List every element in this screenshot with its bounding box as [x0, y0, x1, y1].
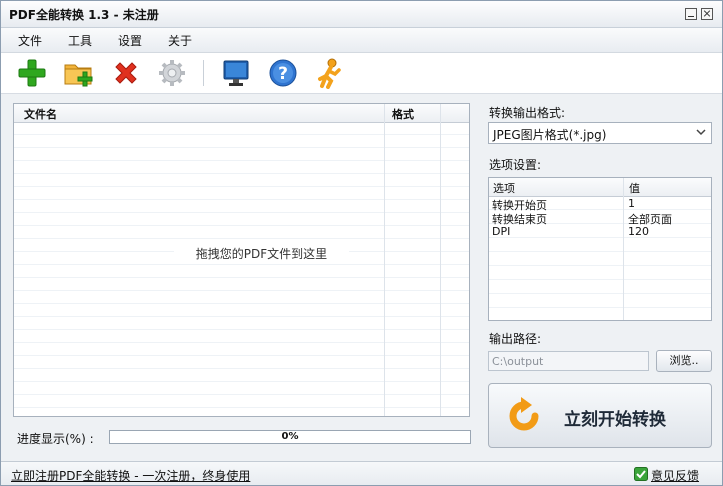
options-row[interactable]: 转换结束页 全部页面 — [489, 211, 711, 226]
output-path-value: C:\output — [492, 355, 544, 368]
status-bar: 立即注册PDF全能转换 - 一次注册，终身使用 意见反馈 — [1, 461, 722, 485]
progress-text: 0% — [281, 431, 299, 442]
feedback-link[interactable]: 意见反馈 — [651, 467, 699, 484]
close-button[interactable] — [701, 8, 713, 20]
run-button[interactable] — [313, 56, 347, 90]
file-list[interactable]: 文件名 格式 拖拽您的PDF文件到这里 — [13, 103, 470, 417]
minimize-button[interactable] — [685, 8, 697, 20]
options-header: 选项 值 — [489, 178, 711, 197]
add-folder-icon — [64, 64, 93, 87]
register-link[interactable]: 立即注册PDF全能转换 - 一次注册，终身使用 — [11, 467, 250, 484]
file-list-rows — [14, 122, 469, 416]
column-divider — [384, 104, 385, 416]
settings-gear-icon — [159, 60, 185, 86]
add-icon — [18, 59, 46, 87]
menu-about[interactable]: 关于 — [168, 32, 192, 49]
menu-bar: 文件 工具 设置 关于 — [1, 28, 722, 53]
add-file-button[interactable] — [15, 56, 49, 90]
refresh-arrow-icon — [509, 397, 539, 431]
toolbar-separator — [203, 60, 204, 86]
output-path-input[interactable]: C:\output — [488, 351, 649, 371]
options-grid[interactable]: 选项 值 转换开始页 1 转换结束页 全部页面 DPI 120 — [488, 177, 712, 321]
help-button[interactable]: ? — [266, 56, 300, 90]
add-folder-button[interactable] — [62, 56, 96, 90]
options-label: 选项设置: — [489, 158, 542, 172]
monitor-button[interactable] — [219, 56, 253, 90]
menu-tools[interactable]: 工具 — [68, 32, 92, 49]
output-format-label: 转换输出格式: — [489, 106, 566, 120]
file-list-header: 文件名 格式 — [14, 104, 469, 123]
start-convert-label: 立刻开始转换 — [564, 410, 666, 430]
help-icon: ? — [269, 59, 297, 87]
options-column-value: 值 — [629, 182, 640, 195]
output-format-value: JPEG图片格式(*.jpg) — [493, 128, 607, 142]
options-column-option: 选项 — [493, 182, 515, 195]
drop-hint: 拖拽您的PDF文件到这里 — [174, 244, 349, 264]
option-name: DPI — [492, 225, 511, 238]
menu-settings[interactable]: 设置 — [118, 32, 142, 49]
feedback-check-icon — [634, 467, 648, 481]
progress-bar: 0% — [109, 430, 471, 444]
output-path-label: 输出路径: — [489, 332, 542, 346]
monitor-icon — [223, 60, 249, 86]
option-value[interactable]: 1 — [628, 197, 635, 210]
menu-file[interactable]: 文件 — [18, 32, 42, 49]
chevron-down-icon — [696, 129, 706, 136]
delete-icon — [115, 62, 137, 84]
column-format[interactable]: 格式 — [392, 106, 414, 122]
settings-button[interactable] — [155, 56, 189, 90]
runner-icon — [318, 58, 341, 89]
svg-text:?: ? — [278, 64, 288, 84]
option-value[interactable]: 120 — [628, 225, 649, 238]
browse-button[interactable]: 浏览.. — [656, 350, 712, 372]
options-row[interactable]: 转换开始页 1 — [489, 197, 711, 212]
toolbar: ? — [1, 53, 722, 94]
delete-button[interactable] — [109, 56, 143, 90]
options-row[interactable]: DPI 120 — [489, 225, 711, 239]
window-title: PDF全能转换 1.3 - 未注册 — [9, 8, 159, 22]
progress-label: 进度显示(%) : — [17, 432, 94, 446]
title-bar: PDF全能转换 1.3 - 未注册 — [1, 1, 722, 28]
output-format-select[interactable]: JPEG图片格式(*.jpg) — [488, 122, 712, 144]
column-divider — [440, 104, 441, 416]
column-filename[interactable]: 文件名 — [24, 106, 57, 122]
start-convert-button[interactable]: 立刻开始转换 — [488, 383, 712, 448]
app-window: PDF全能转换 1.3 - 未注册 文件 工具 设置 关于 ? 文件名 格式 拖… — [0, 0, 723, 486]
